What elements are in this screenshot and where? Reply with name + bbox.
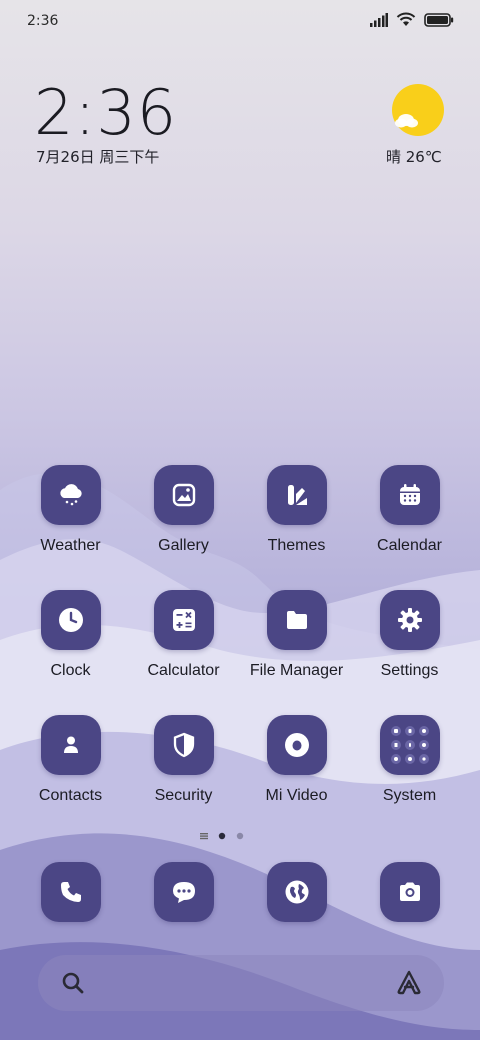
dock-camera[interactable] <box>353 862 466 926</box>
folder-icon <box>266 590 327 650</box>
page-indicator[interactable] <box>200 830 280 842</box>
message-icon <box>153 862 214 922</box>
app-file-manager[interactable]: File Manager <box>240 590 353 700</box>
signal-icon <box>370 12 388 27</box>
status-bar: 2:36 <box>0 0 480 44</box>
page-dot <box>236 832 244 840</box>
app-weather[interactable]: Weather <box>14 465 127 575</box>
dock-browser[interactable] <box>240 862 353 926</box>
battery-icon <box>424 12 454 27</box>
wifi-icon <box>396 12 416 26</box>
themes-icon <box>266 465 327 525</box>
search-bar[interactable] <box>38 955 444 1011</box>
app-calendar[interactable]: Calendar <box>353 465 466 575</box>
clock-widget-date[interactable]: 7月26日 周三下午 <box>36 146 159 167</box>
gear-icon <box>379 590 440 650</box>
app-label: Settings <box>380 662 439 679</box>
search-icon[interactable] <box>60 970 86 1000</box>
app-label: Themes <box>267 537 326 554</box>
browser-globe-icon <box>266 862 327 922</box>
app-security[interactable]: Security <box>127 715 240 825</box>
folder-grid-icon <box>379 715 440 775</box>
app-label: Security <box>154 787 213 804</box>
app-label: Mi Video <box>265 787 328 804</box>
app-gallery[interactable]: Gallery <box>127 465 240 575</box>
app-label: File Manager <box>249 662 344 679</box>
shield-icon <box>153 715 214 775</box>
app-contacts[interactable]: Contacts <box>14 715 127 825</box>
app-mi-video[interactable]: Mi Video <box>240 715 353 825</box>
weather-cloud-icon <box>40 465 101 525</box>
clock-icon <box>40 590 101 650</box>
app-settings[interactable]: Settings <box>353 590 466 700</box>
app-system-folder[interactable]: System <box>353 715 466 825</box>
video-icon <box>266 715 327 775</box>
app-label: Gallery <box>158 537 209 554</box>
app-label: System <box>382 787 437 804</box>
clock-widget-time[interactable]: 2:36 <box>34 76 177 149</box>
contact-icon <box>40 715 101 775</box>
phone-icon <box>40 862 101 922</box>
app-label: Calculator <box>147 662 220 679</box>
app-label: Clock <box>50 662 91 679</box>
weather-widget-text[interactable]: 晴 26℃ <box>386 146 442 167</box>
dock-phone[interactable] <box>14 862 127 926</box>
sunny-partly-cloudy-icon[interactable] <box>392 84 444 136</box>
gallery-icon <box>153 465 214 525</box>
dock-messages[interactable] <box>127 862 240 926</box>
app-calculator[interactable]: Calculator <box>127 590 240 700</box>
assistant-icon[interactable] <box>394 969 424 1001</box>
app-clock[interactable]: Clock <box>14 590 127 700</box>
camera-icon <box>379 862 440 922</box>
app-label: Weather <box>40 537 101 554</box>
calculator-icon <box>153 590 214 650</box>
app-themes[interactable]: Themes <box>240 465 353 575</box>
app-label: Contacts <box>38 787 103 804</box>
status-time: 2:36 <box>27 13 59 29</box>
calendar-icon <box>379 465 440 525</box>
page-dot-current <box>218 832 226 840</box>
app-label: Calendar <box>377 537 442 554</box>
